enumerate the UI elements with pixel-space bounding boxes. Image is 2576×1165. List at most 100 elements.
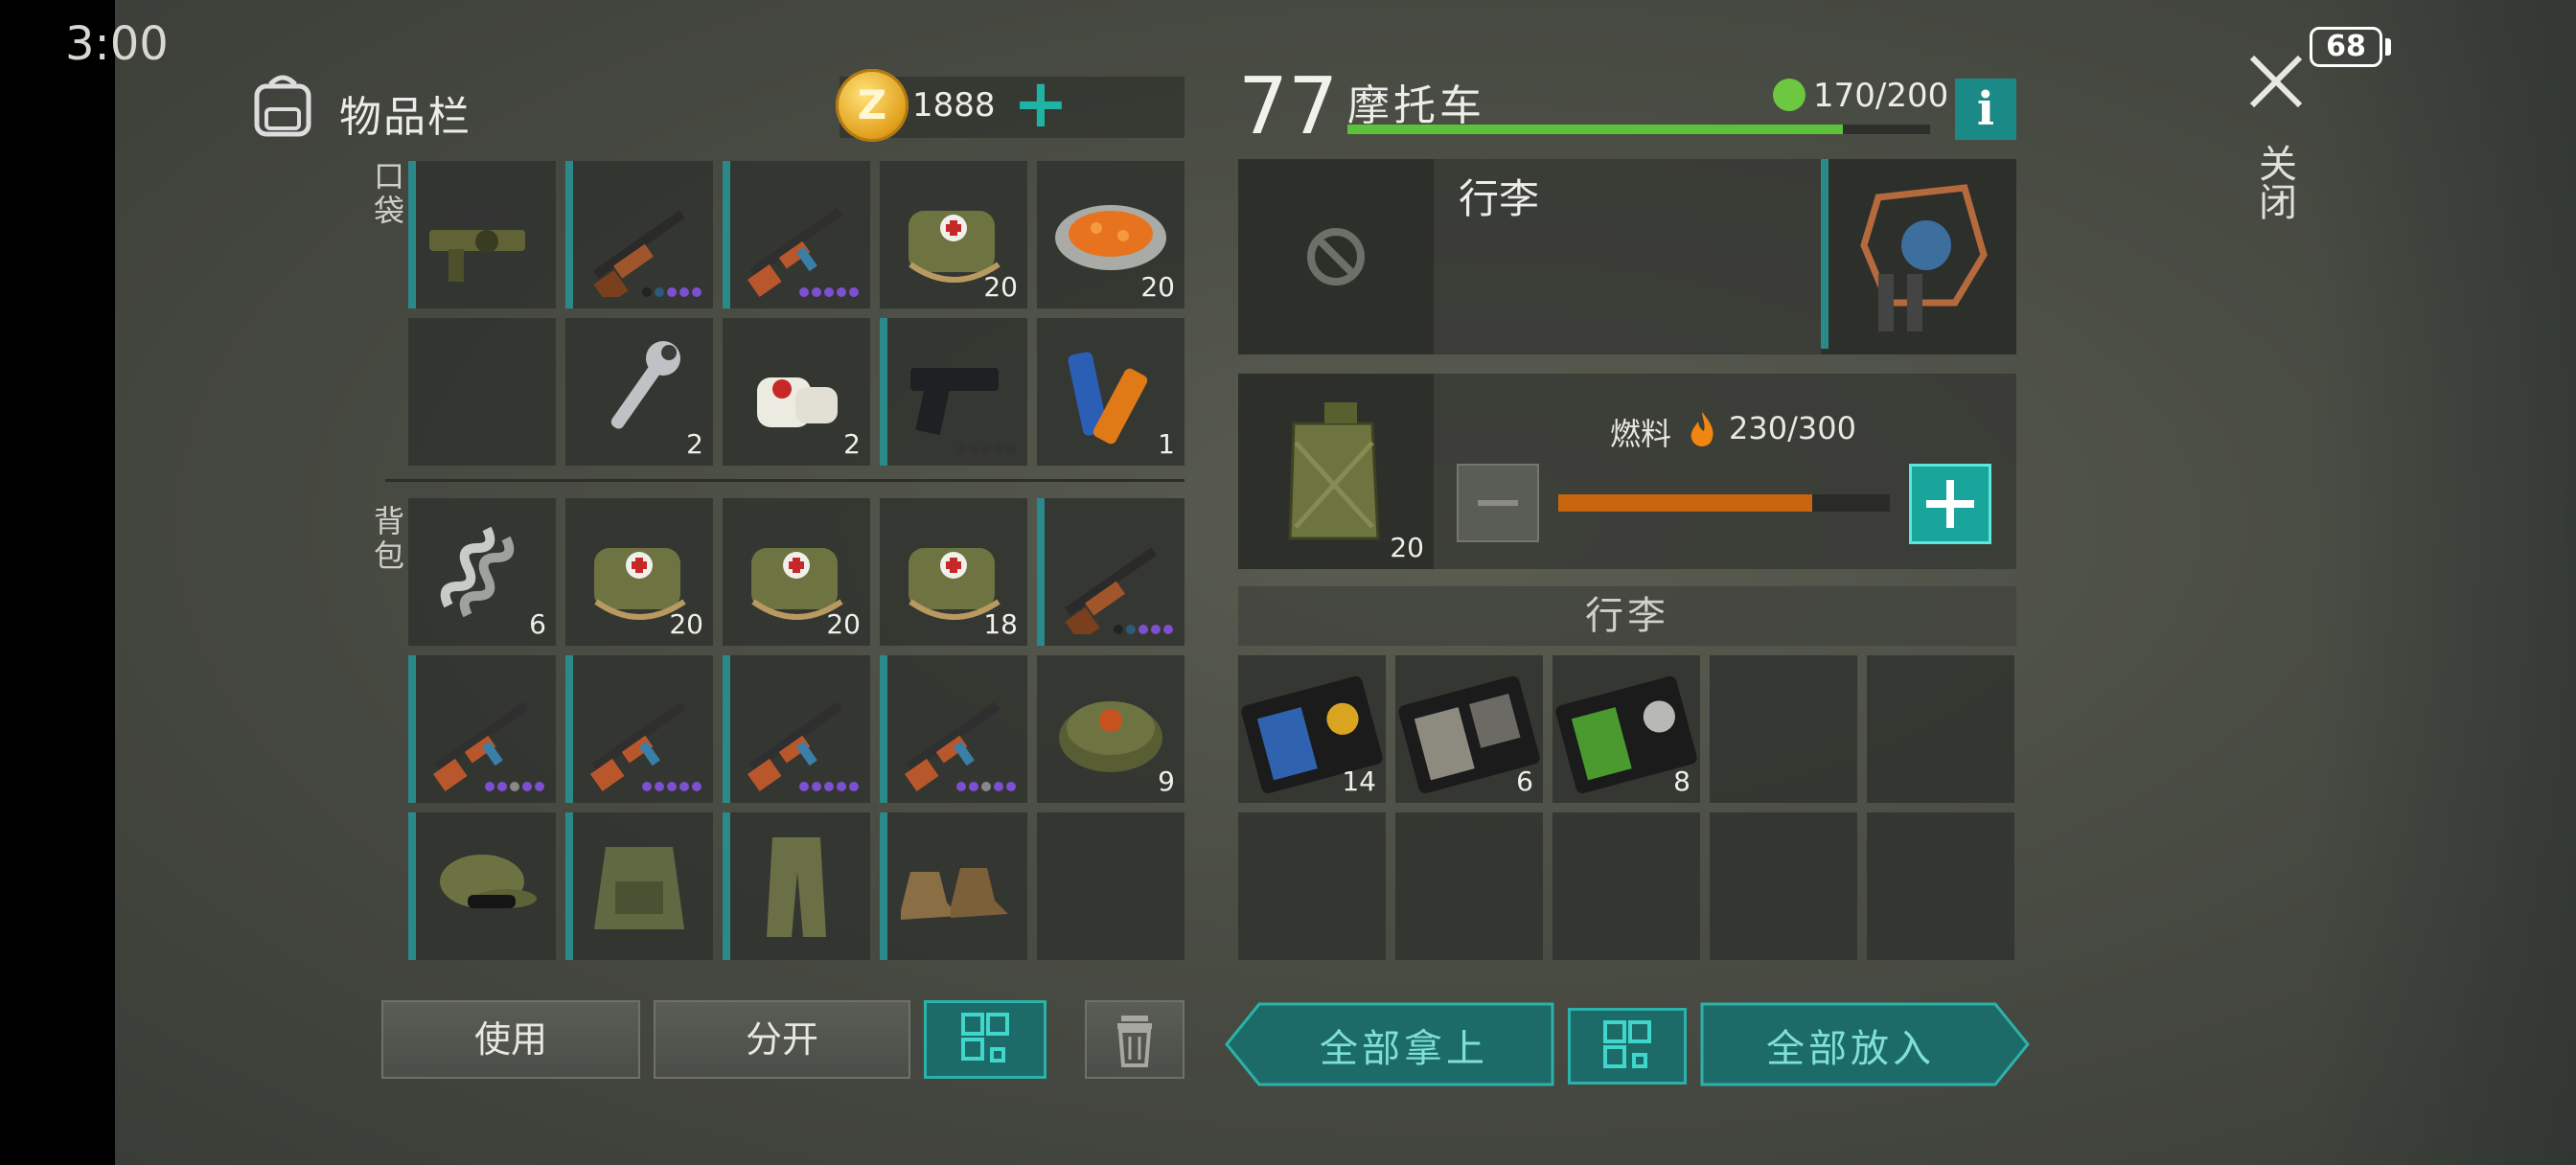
item-count: 20 <box>669 608 703 640</box>
equip-marker <box>723 812 730 960</box>
item-slot-patrol-officer-card[interactable]: 6 <box>1395 655 1543 803</box>
pocket-label: 口袋 <box>373 158 404 229</box>
item-count: 14 <box>1342 765 1376 797</box>
sort-inventory-button[interactable] <box>924 1000 1046 1079</box>
item-slot-camo-pants[interactable] <box>723 812 870 960</box>
empty-slot[interactable] <box>1037 812 1184 960</box>
item-count: 20 <box>1140 271 1175 303</box>
item-slot-carrot-stew-bowl[interactable]: 20 <box>1037 161 1184 308</box>
empty-slot[interactable] <box>1238 812 1386 960</box>
quality-dot <box>994 782 1003 791</box>
luggage-slot-empty[interactable] <box>1238 159 1434 354</box>
take-all-label[interactable]: 全部拿上 <box>1255 1017 1552 1073</box>
quality-dot <box>642 782 652 791</box>
backpack-label: 背包 <box>373 503 404 574</box>
add-currency-button[interactable]: + <box>1012 70 1070 137</box>
item-slot-green-id-card[interactable]: 8 <box>1552 655 1700 803</box>
battery-indicator: 68 <box>2310 27 2382 67</box>
quality-dot <box>655 782 664 791</box>
quality-dot <box>969 445 978 454</box>
split-button[interactable]: 分开 <box>654 1000 910 1079</box>
vehicle-name: 摩托车 <box>1347 81 1485 130</box>
quality-dot <box>1114 625 1123 634</box>
quality-dot <box>1006 445 1016 454</box>
quality-dot <box>956 782 966 791</box>
quality-dot <box>994 445 1003 454</box>
equip-marker <box>880 655 887 803</box>
grenade-launcher-icon <box>429 211 525 282</box>
equip-marker <box>565 655 573 803</box>
empty-slot[interactable] <box>1552 812 1700 960</box>
quality-dot <box>799 782 809 791</box>
camo-pants-icon <box>767 837 826 937</box>
empty-slot[interactable] <box>408 318 556 466</box>
quality-dot <box>485 782 494 791</box>
use-button[interactable]: 使用 <box>381 1000 640 1079</box>
flame-icon <box>1690 412 1714 446</box>
item-slot-batteries[interactable]: 1 <box>1037 318 1184 466</box>
item-slot-ak-rifle[interactable] <box>880 655 1027 803</box>
item-slot-medkit-bag[interactable]: 20 <box>880 161 1027 308</box>
item-slot-grenade-launcher[interactable] <box>408 161 556 308</box>
backpack-frame-slot[interactable] <box>1821 159 2016 354</box>
landmine-icon <box>1059 701 1162 772</box>
fuel-can-slot[interactable]: 20 <box>1238 374 1434 569</box>
empty-slot[interactable] <box>1867 812 2014 960</box>
item-slot-landmine[interactable]: 9 <box>1037 655 1184 803</box>
put-all-label[interactable]: 全部放入 <box>1702 1017 1999 1073</box>
quality-dots <box>1114 625 1173 634</box>
equip-marker <box>723 655 730 803</box>
item-slot-ak-rifle[interactable] <box>408 655 556 803</box>
empty-slot[interactable] <box>1710 812 1857 960</box>
empty-slot[interactable] <box>1867 655 2014 803</box>
item-slot-ak-rifle[interactable] <box>723 655 870 803</box>
quality-dots <box>956 782 1016 791</box>
item-slot-shotgun[interactable] <box>1037 498 1184 646</box>
item-slot-shotgun[interactable] <box>565 161 713 308</box>
inventory-title: 物品栏 <box>339 93 472 142</box>
item-count: 8 <box>1673 765 1690 797</box>
fuel-fill <box>1558 494 1813 512</box>
trash-button[interactable] <box>1085 1000 1184 1079</box>
item-slot-wrench[interactable]: 2 <box>565 318 713 466</box>
item-slot-medkit-bag[interactable]: 18 <box>880 498 1027 646</box>
item-slot-medkit-bag[interactable]: 20 <box>723 498 870 646</box>
quality-dot <box>812 782 821 791</box>
spring-coil-icon <box>440 526 515 618</box>
item-slot-spring-coil[interactable]: 6 <box>408 498 556 646</box>
item-slot-camo-vest[interactable] <box>565 812 713 960</box>
item-slot-boots[interactable] <box>880 812 1027 960</box>
camo-cap-icon <box>440 855 537 908</box>
boots-icon <box>901 868 1008 920</box>
item-slot-medkit-bag[interactable]: 20 <box>565 498 713 646</box>
info-button[interactable]: i <box>1955 79 2016 140</box>
item-slot-blue-id-card[interactable]: 14 <box>1238 655 1386 803</box>
close-icon[interactable] <box>2242 48 2310 115</box>
empty-slot[interactable] <box>1395 812 1543 960</box>
fuel-increase-button[interactable] <box>1909 464 1991 544</box>
shotgun-icon <box>1065 547 1157 634</box>
quality-dots <box>642 287 702 297</box>
luggage-title: 行李 <box>1459 175 1540 222</box>
section-divider <box>385 479 1184 482</box>
fuel-decrease-button[interactable] <box>1457 464 1539 542</box>
empty-slot[interactable] <box>1710 655 1857 803</box>
item-slot-camo-cap[interactable] <box>408 812 556 960</box>
quality-dot <box>692 287 702 297</box>
item-slot-bandage[interactable]: 2 <box>723 318 870 466</box>
item-slot-pistol[interactable] <box>880 318 1027 466</box>
currency-value: 1888 <box>912 86 996 125</box>
right-shade <box>2310 0 2576 1165</box>
grid-sort-icon <box>1603 1020 1651 1068</box>
ak-rifle-icon <box>589 701 686 791</box>
item-slot-ak-rifle[interactable] <box>565 655 713 803</box>
item-slot-ak-rifle[interactable] <box>723 161 870 308</box>
status-time: 3:00 <box>65 17 169 71</box>
quality-dots <box>642 782 702 791</box>
close-label[interactable]: 关闭 <box>2247 144 2296 220</box>
ak-rifle-icon <box>904 701 1000 791</box>
quality-dot <box>522 782 532 791</box>
ak-rifle-icon <box>747 701 843 791</box>
coin-icon: Z <box>836 69 908 142</box>
sort-cargo-button[interactable] <box>1568 1008 1687 1085</box>
